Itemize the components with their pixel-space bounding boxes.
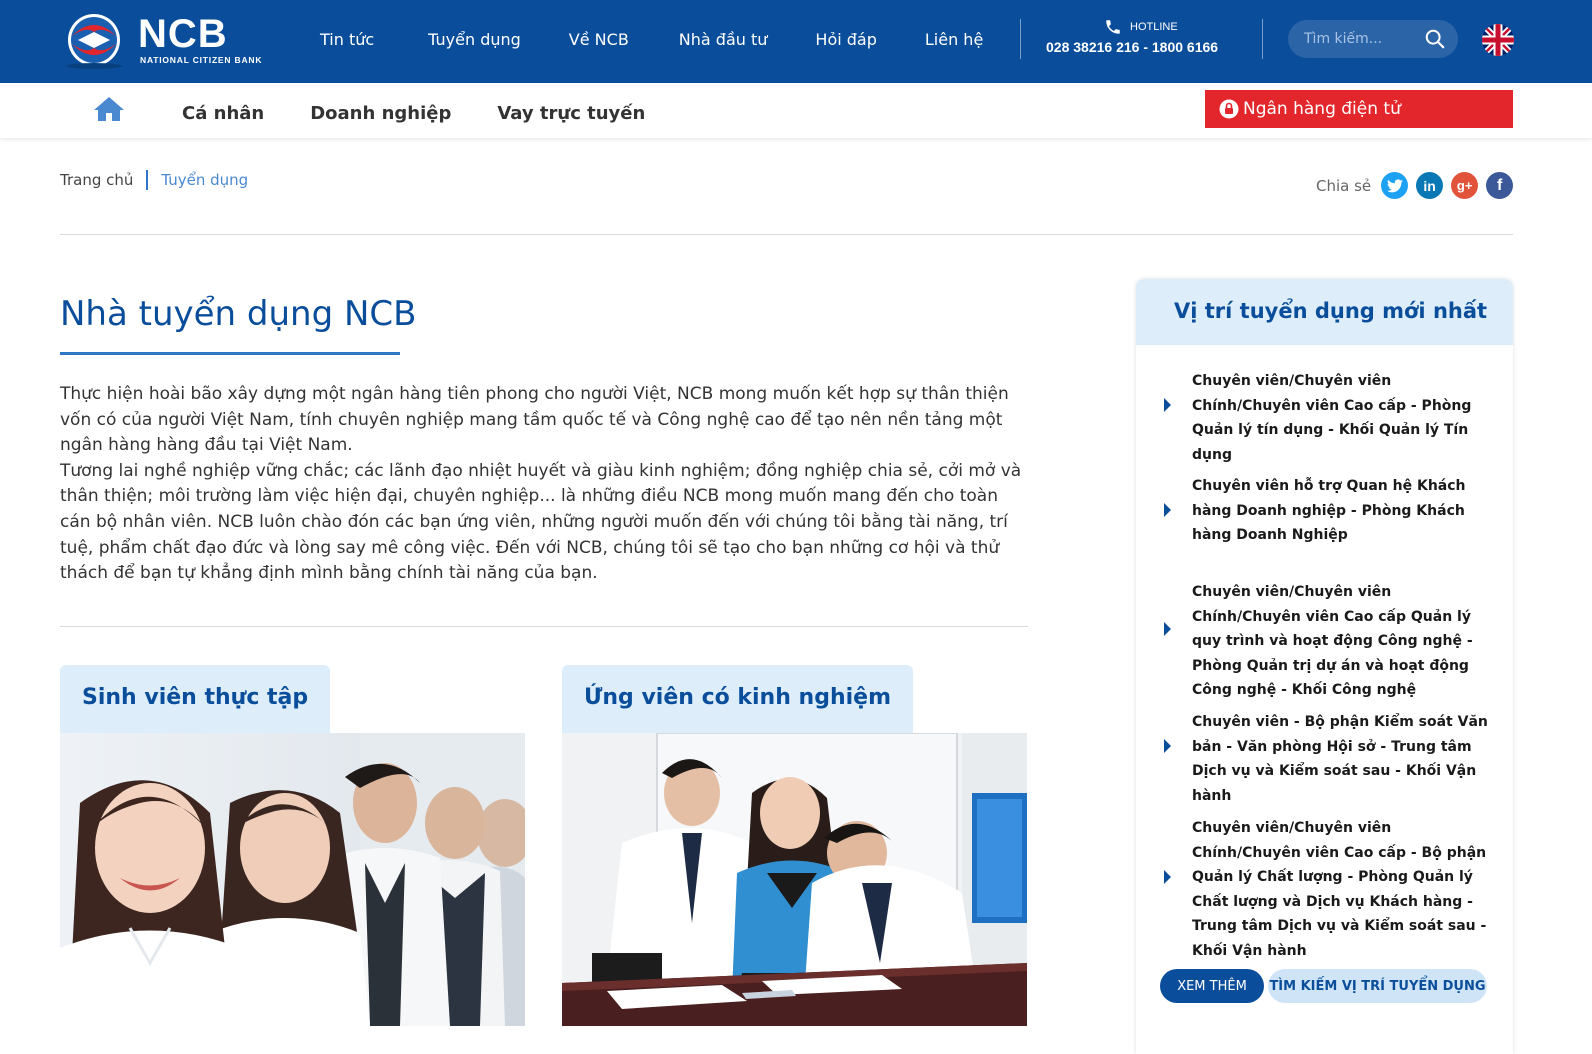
- sidebar-header: Vị trí tuyển dụng mới nhất: [1136, 279, 1513, 345]
- top-header: NCB NATIONAL CITIZEN BANK Tin tức Tuyển …: [0, 0, 1592, 83]
- job-title[interactable]: Chuyên viên/Chuyên viên Chính/Chuyên viê…: [1192, 580, 1504, 703]
- latest-jobs-sidebar: Vị trí tuyển dụng mới nhất Chuyên viên/C…: [1136, 279, 1513, 1054]
- search-icon[interactable]: [1424, 28, 1446, 50]
- experienced-photo[interactable]: [562, 733, 1027, 1026]
- home-icon[interactable]: [93, 95, 125, 123]
- subnav-item-ca-nhan[interactable]: Cá nhân: [182, 103, 264, 124]
- google-plus-icon[interactable]: g+: [1451, 172, 1479, 199]
- title-underline: [60, 352, 400, 355]
- share-bar: Chia sẻ in g+ f: [1316, 172, 1514, 199]
- breadcrumb-separator: [146, 170, 149, 190]
- caret-right-icon: [1164, 503, 1171, 517]
- job-title[interactable]: Chuyên viên - Bộ phận Kiểm soát Văn bản …: [1192, 710, 1504, 808]
- topnav-item-nha-dau-tu[interactable]: Nhà đầu tư: [679, 30, 768, 49]
- brand-tagline: NATIONAL CITIZEN BANK: [140, 55, 263, 65]
- uk-flag-icon[interactable]: [1482, 24, 1514, 56]
- sidebar-title: Vị trí tuyển dụng mới nhất: [1174, 299, 1488, 323]
- divider: [60, 626, 1028, 627]
- intro-paragraph: Tương lai nghề nghiệp vững chắc; các lãn…: [60, 460, 1022, 584]
- breadcrumb-current: Tuyển dụng: [161, 171, 249, 189]
- lock-icon: [1219, 99, 1239, 119]
- card-title[interactable]: Sinh viên thực tập: [60, 665, 331, 733]
- caret-right-icon: [1164, 739, 1171, 753]
- phone-icon: [1106, 20, 1120, 34]
- subnav-item-vay-truc-tuyen[interactable]: Vay trực tuyến: [497, 103, 645, 124]
- topnav-item-tin-tuc[interactable]: Tin tức: [320, 30, 374, 49]
- topnav-item-hoi-dap[interactable]: Hỏi đáp: [815, 30, 876, 49]
- header-divider: [1020, 19, 1021, 59]
- topnav-item-tuyen-dung[interactable]: Tuyển dụng: [428, 30, 521, 49]
- search-box: [1288, 20, 1458, 58]
- top-navigation: Tin tức Tuyển dụng Về NCB Nhà đầu tư Hỏi…: [320, 30, 1033, 49]
- intern-photo[interactable]: [60, 733, 525, 1026]
- ebanking-label: Ngân hàng điện tử: [1243, 99, 1401, 119]
- breadcrumb-home[interactable]: Trang chủ: [60, 171, 133, 189]
- twitter-icon[interactable]: [1381, 172, 1409, 199]
- intro-paragraph: Thực hiện hoài bão xây dựng một ngân hàn…: [60, 384, 1009, 456]
- search-jobs-button[interactable]: TÌM KIẾM VỊ TRÍ TUYỂN DỤNG: [1268, 969, 1487, 1003]
- ncb-logo-icon: [66, 14, 122, 69]
- ebanking-button[interactable]: Ngân hàng điện tử: [1205, 90, 1513, 128]
- see-more-button[interactable]: XEM THÊM: [1160, 969, 1264, 1003]
- card-title[interactable]: Ứng viên có kinh nghiệm: [562, 665, 914, 733]
- caret-right-icon: [1164, 398, 1171, 412]
- sub-navigation: Cá nhân Doanh nghiệp Vay trực tuyến: [182, 103, 691, 124]
- sub-navigation-bar: Cá nhân Doanh nghiệp Vay trực tuyến Ngân…: [0, 83, 1592, 138]
- hotline-number: 028 38216 216 - 1800 6166: [1046, 39, 1219, 55]
- brand-name: NCB: [138, 12, 228, 56]
- topnav-item-ve-ncb[interactable]: Về NCB: [569, 30, 629, 49]
- subnav-item-doanh-nghiep[interactable]: Doanh nghiệp: [310, 103, 451, 124]
- search-input[interactable]: [1304, 30, 1414, 48]
- divider: [60, 234, 1513, 235]
- share-label: Chia sẻ: [1316, 176, 1372, 195]
- header-divider: [1262, 19, 1263, 59]
- topnav-item-lien-he[interactable]: Liên hệ: [925, 30, 983, 49]
- breadcrumb: Trang chủ Tuyển dụng: [60, 170, 248, 190]
- job-title[interactable]: Chuyên viên hỗ trợ Quan hệ Khách hàng Do…: [1192, 474, 1504, 548]
- caret-right-icon: [1164, 622, 1171, 636]
- job-title[interactable]: Chuyên viên/Chuyên viên Chính/Chuyên viê…: [1192, 369, 1504, 467]
- linkedin-icon[interactable]: in: [1416, 172, 1444, 199]
- caret-right-icon: [1164, 870, 1171, 884]
- hotline-label: HOTLINE: [1130, 21, 1178, 33]
- facebook-icon[interactable]: f: [1486, 172, 1514, 199]
- ncb-logo[interactable]: NCB NATIONAL CITIZEN BANK: [62, 10, 272, 70]
- intro-text: Thực hiện hoài bão xây dựng một ngân hàn…: [60, 382, 1030, 587]
- job-title[interactable]: Chuyên viên/Chuyên viên Chính/Chuyên viê…: [1192, 816, 1504, 964]
- page-title: Nhà tuyển dụng NCB: [60, 294, 417, 334]
